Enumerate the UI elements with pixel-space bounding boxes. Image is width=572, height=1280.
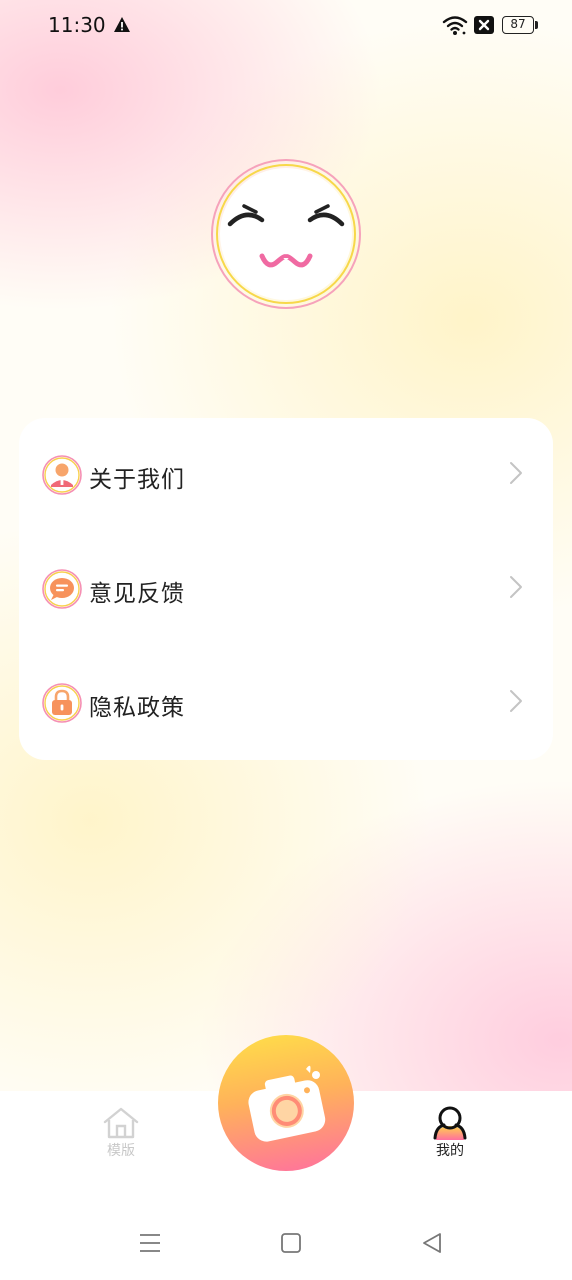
system-nav-bar (0, 1220, 572, 1270)
wifi-icon (442, 16, 468, 35)
status-time: 11:30 (48, 13, 106, 37)
status-bar: 11:30 87 (0, 0, 572, 52)
home-square-icon[interactable] (281, 1232, 301, 1254)
home-icon (103, 1107, 139, 1139)
person-icon (42, 455, 82, 495)
menu-label-privacy-policy: 隐私政策 (89, 695, 185, 721)
settings-menu-card: 关于我们 意见反馈 隐私政策 (19, 418, 553, 760)
tab-templates[interactable]: 模版 (81, 1106, 161, 1166)
camera-button[interactable] (218, 1035, 354, 1171)
menu-label-feedback: 意见反馈 (89, 581, 185, 607)
chevron-right-icon (510, 690, 522, 712)
warning-icon (114, 17, 130, 32)
no-sim-icon (474, 16, 494, 34)
chevron-right-icon (510, 462, 522, 484)
menu-item-privacy-policy[interactable]: 隐私政策 (19, 646, 553, 760)
cute-smiley-face-icon (211, 159, 361, 309)
lock-icon (42, 683, 82, 723)
tab-label-mine: 我的 (436, 1143, 464, 1159)
tab-label-templates: 模版 (107, 1143, 135, 1159)
user-icon (433, 1106, 467, 1140)
menu-item-about-us[interactable]: 关于我们 (19, 418, 553, 532)
battery-level: 87 (502, 16, 534, 34)
tab-mine[interactable]: 我的 (410, 1106, 490, 1166)
menu-label-about-us: 关于我们 (89, 467, 185, 493)
back-triangle-icon[interactable] (421, 1232, 443, 1254)
camera-icon (248, 1065, 326, 1142)
avatar[interactable] (210, 158, 362, 310)
chat-bubble-icon (42, 569, 82, 609)
menu-item-feedback[interactable]: 意见反馈 (19, 532, 553, 646)
menu-icon[interactable] (139, 1232, 161, 1254)
chevron-right-icon (510, 576, 522, 598)
battery-icon: 87 (502, 16, 538, 34)
